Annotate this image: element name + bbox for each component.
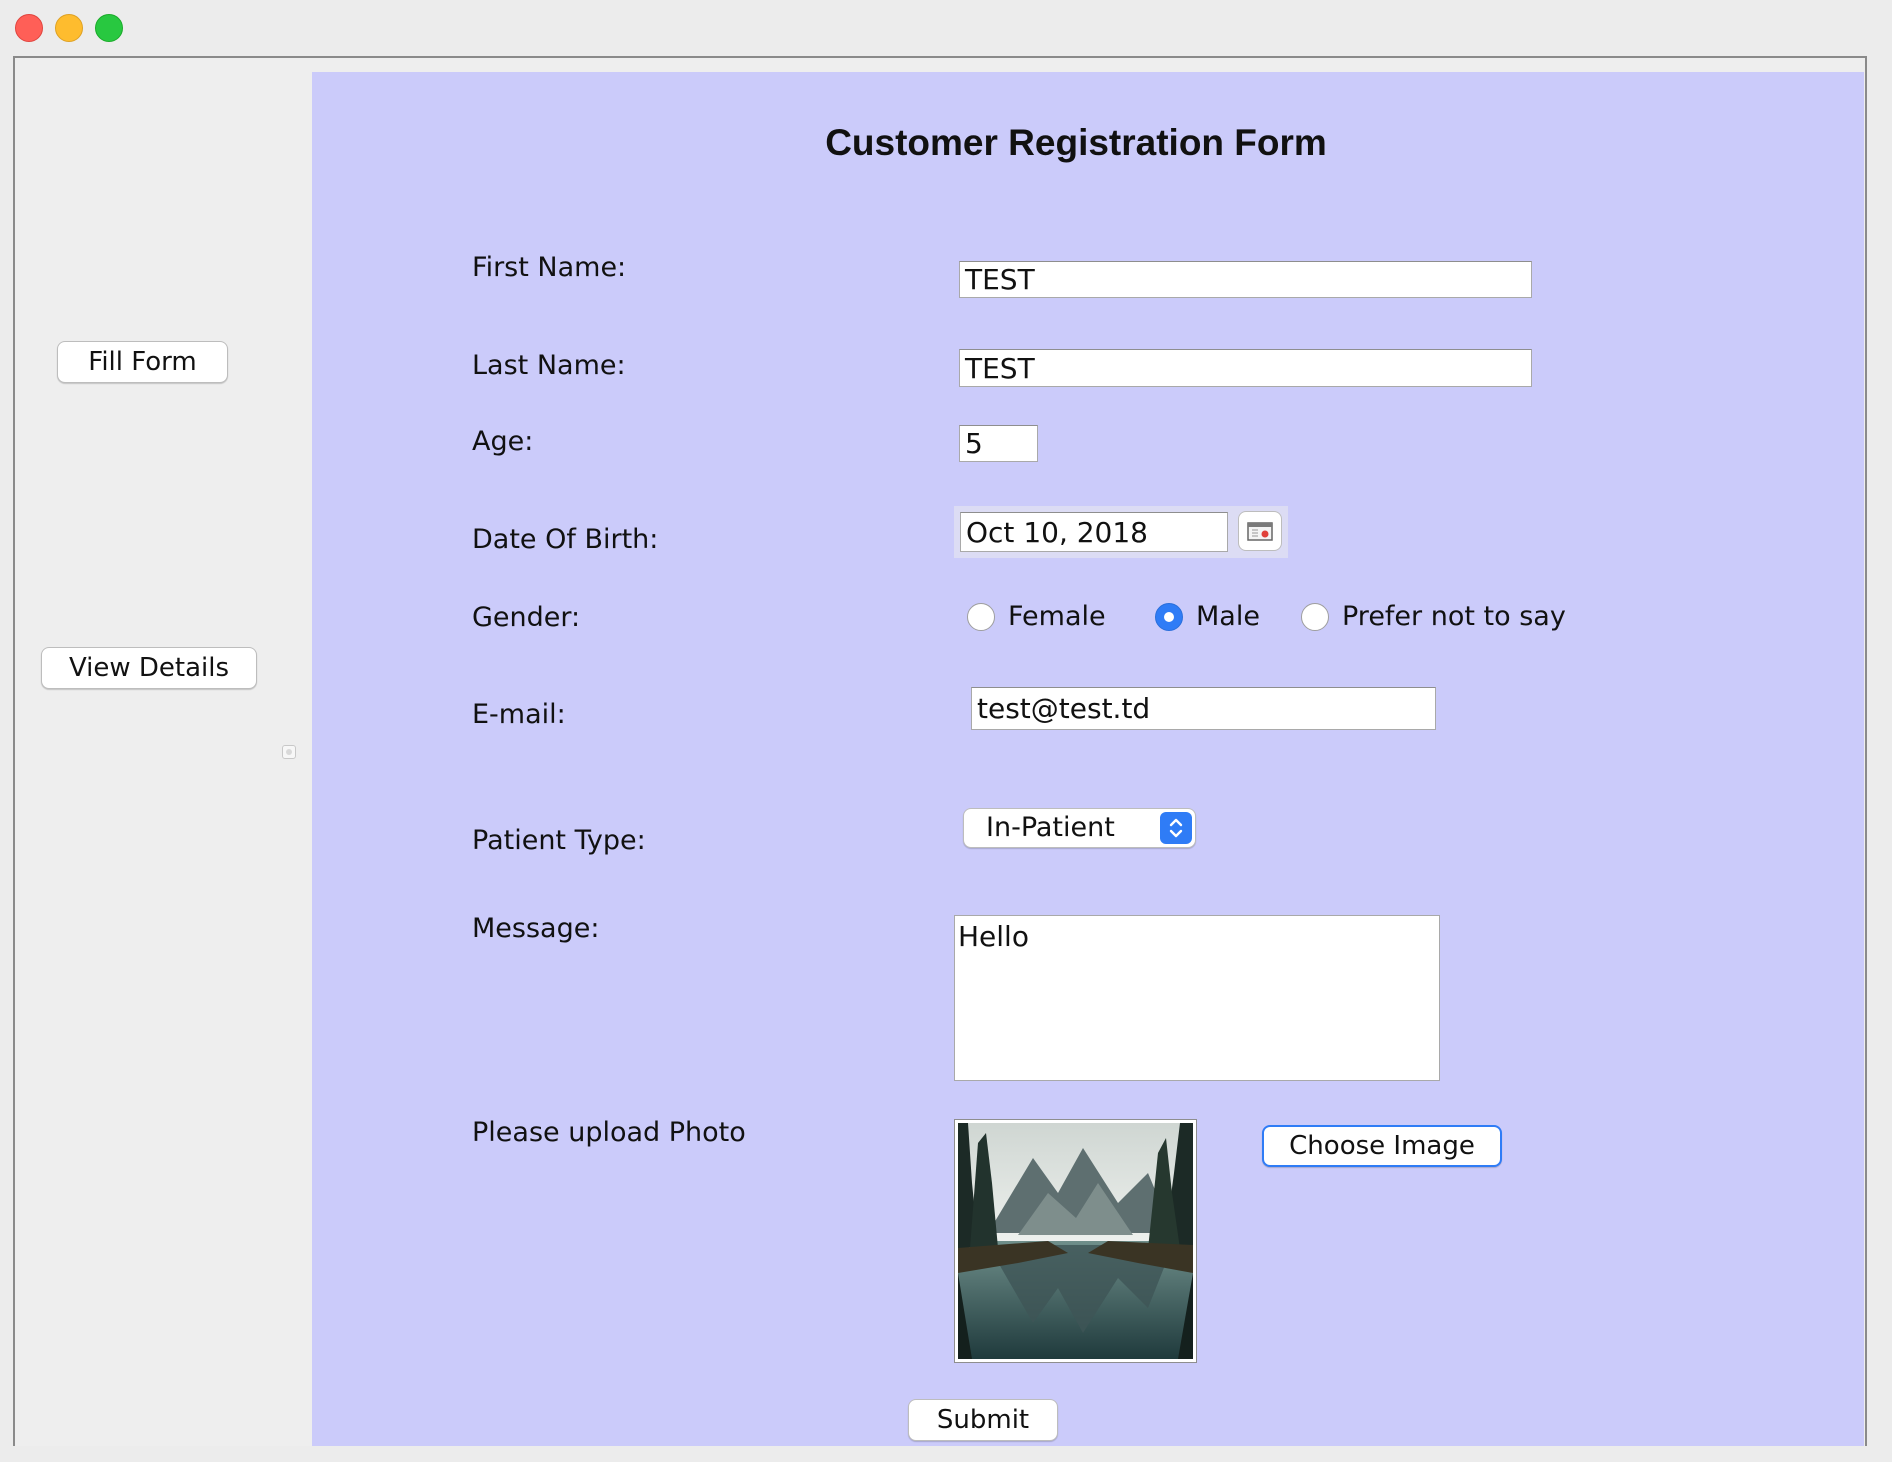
last-name-field[interactable]: TEST	[959, 349, 1532, 387]
gender-option-female-label[interactable]: Female	[1008, 601, 1106, 632]
patient-type-select[interactable]: In-Patient	[963, 808, 1196, 848]
select-arrows-icon	[1160, 812, 1192, 844]
patient-type-value: In-Patient	[986, 812, 1115, 843]
calendar-icon	[1247, 522, 1273, 541]
gender-radio-prefer-not-to-say[interactable]	[1301, 603, 1329, 631]
minimize-window-button[interactable]	[55, 14, 83, 42]
patient-type-label: Patient Type:	[472, 825, 646, 856]
gender-label: Gender:	[472, 602, 581, 633]
date-picker: Oct 10, 2018	[954, 506, 1288, 558]
split-pane-divider[interactable]	[282, 745, 296, 759]
message-textarea[interactable]: Hello	[954, 915, 1440, 1081]
view-details-button[interactable]: View Details	[41, 647, 257, 689]
gender-radio-male[interactable]	[1155, 603, 1183, 631]
first-name-label: First Name:	[472, 252, 627, 283]
gender-radio-female[interactable]	[967, 603, 995, 631]
last-name-label: Last Name:	[472, 350, 626, 381]
gender-option-male-label[interactable]: Male	[1196, 601, 1260, 632]
choose-image-button[interactable]: Choose Image	[1262, 1125, 1502, 1167]
photo-preview	[954, 1119, 1197, 1363]
gender-option-prefer-not-to-say-label[interactable]: Prefer not to say	[1342, 601, 1566, 632]
email-field[interactable]: test@test.td	[971, 687, 1436, 730]
submit-button[interactable]: Submit	[908, 1399, 1058, 1441]
fill-form-button[interactable]: Fill Form	[57, 341, 228, 383]
close-window-button[interactable]	[15, 14, 43, 42]
date-of-birth-label: Date Of Birth:	[472, 524, 659, 555]
form-title: Customer Registration Form	[825, 122, 1327, 163]
maximize-window-button[interactable]	[95, 14, 123, 42]
email-label: E-mail:	[472, 699, 566, 730]
age-field[interactable]: 5	[959, 425, 1038, 462]
upload-photo-label: Please upload Photo	[472, 1117, 746, 1148]
calendar-button[interactable]	[1238, 511, 1282, 551]
age-label: Age:	[472, 426, 534, 457]
message-label: Message:	[472, 913, 600, 944]
first-name-field[interactable]: TEST	[959, 261, 1532, 298]
landscape-photo-image	[958, 1123, 1193, 1359]
date-of-birth-field[interactable]: Oct 10, 2018	[960, 512, 1228, 552]
window-titlebar	[0, 0, 1892, 56]
registration-form-panel: Customer Registration Form First Name: T…	[312, 72, 1864, 1446]
